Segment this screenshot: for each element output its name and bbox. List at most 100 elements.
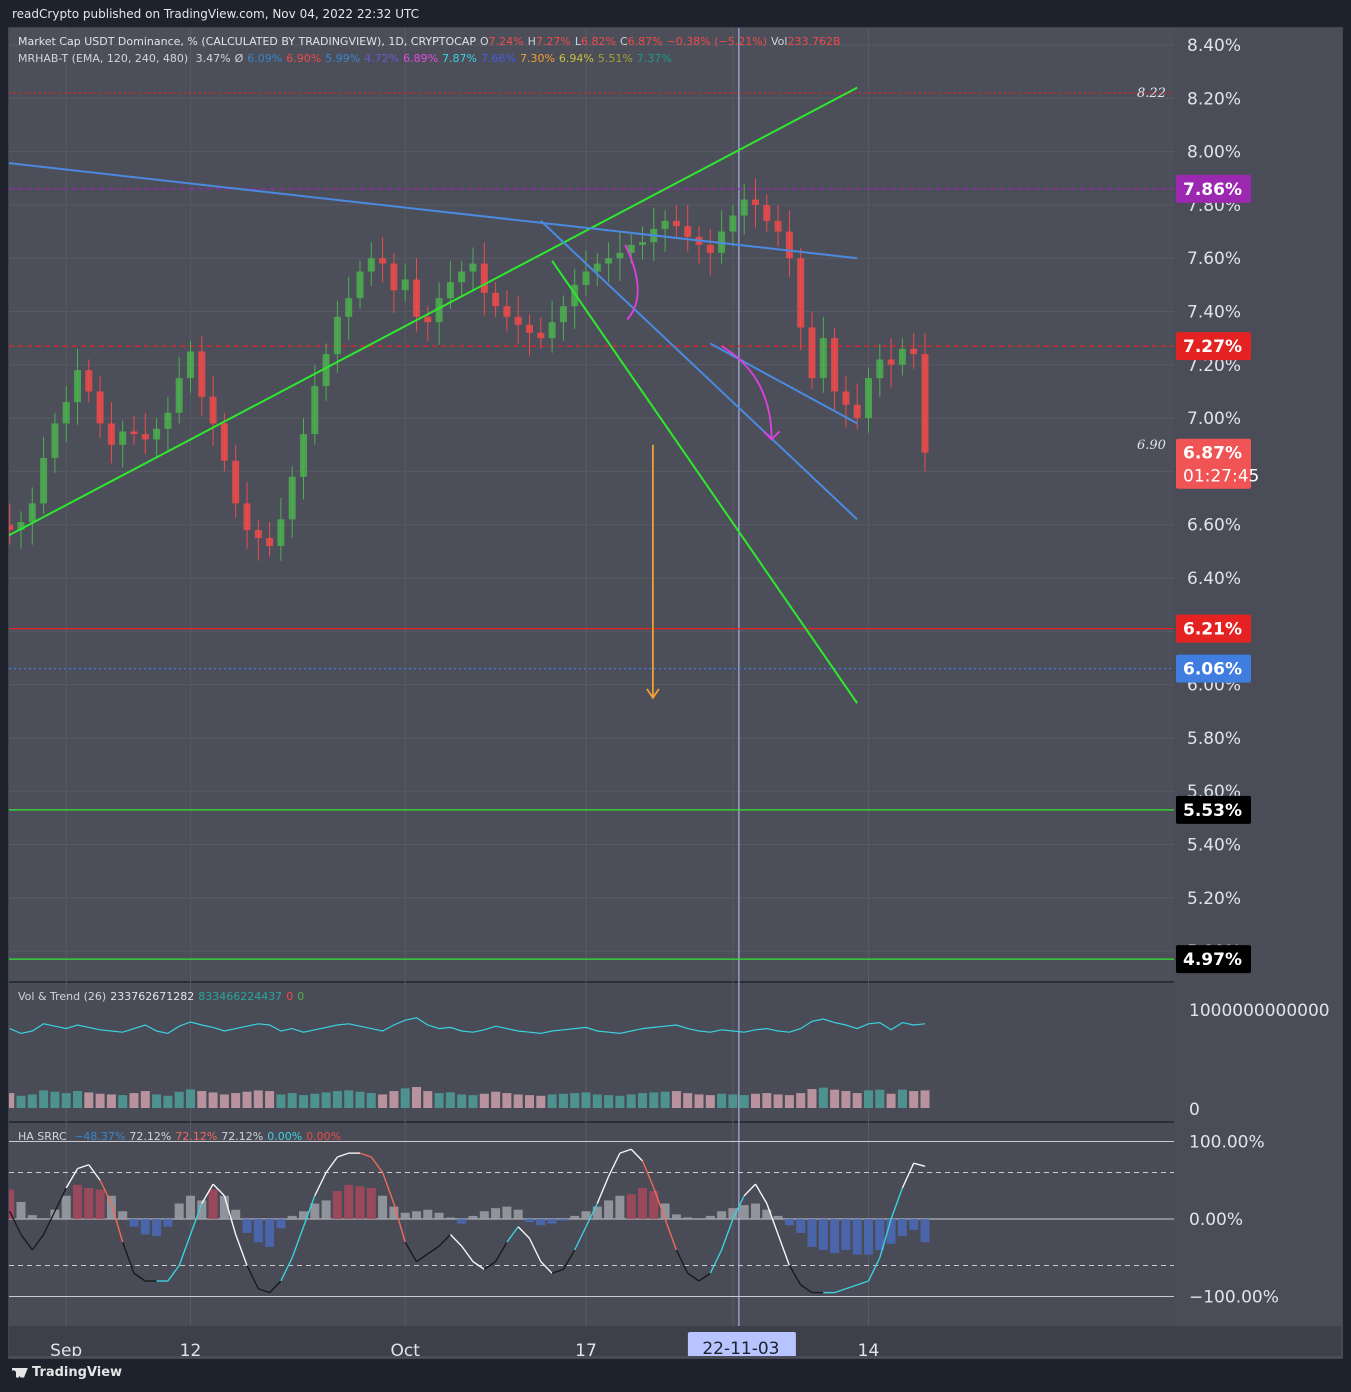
indicator-name: MRHAB-T (EMA, 120, 240, 480) xyxy=(18,52,189,65)
srrc-histogram-bar xyxy=(468,1215,478,1219)
candle-body xyxy=(526,324,533,333)
volume-bar xyxy=(16,1095,26,1108)
candle-body xyxy=(356,271,364,299)
volume-bar xyxy=(604,1095,614,1108)
volume-bar xyxy=(513,1094,523,1108)
srrc-axis-tick: 0.00% xyxy=(1189,1210,1243,1230)
close-value: 6.87% xyxy=(627,35,663,48)
price-axis-tick: 5.20% xyxy=(1187,889,1241,909)
time-axis-label: Oct xyxy=(390,1341,420,1356)
indicator-value-12: 7.37% xyxy=(636,52,672,65)
candle-body xyxy=(413,279,420,317)
srrc-histogram-bar xyxy=(253,1219,263,1243)
candle-body xyxy=(537,332,545,339)
srrc-histogram-bar xyxy=(27,1215,37,1219)
candle-body xyxy=(752,199,759,205)
price-label-text: 6.87% xyxy=(1183,444,1242,464)
candle-body xyxy=(390,263,398,291)
tradingview-logo[interactable]: TradingView xyxy=(12,1365,122,1380)
candle-body xyxy=(401,279,409,291)
srrc-histogram-bar xyxy=(581,1211,591,1219)
srrc-histogram-bar xyxy=(332,1191,342,1219)
candle-body xyxy=(333,316,341,355)
volume-bar xyxy=(332,1091,342,1108)
candle-body xyxy=(605,258,613,264)
candle-body xyxy=(842,391,850,405)
srrc-histogram-bar xyxy=(638,1188,647,1219)
candle-body xyxy=(277,519,285,547)
volume-bar xyxy=(751,1093,760,1108)
volume-bar xyxy=(897,1089,907,1108)
volume-bar xyxy=(457,1094,467,1108)
srrc-histogram-bar xyxy=(897,1219,907,1237)
volume-bar xyxy=(9,1093,15,1108)
candle-body xyxy=(706,244,714,253)
candle-body xyxy=(831,338,839,392)
srrc-histogram-bar xyxy=(502,1206,512,1219)
volume-bar xyxy=(84,1092,94,1108)
srrc-histogram-bar xyxy=(412,1211,421,1219)
volume-bar xyxy=(95,1093,105,1108)
volume-bar xyxy=(705,1095,715,1108)
price-axis-tick: 5.40% xyxy=(1187,836,1241,856)
volume-axis-tick: 1000000000000 xyxy=(1189,1001,1330,1021)
candle-body xyxy=(661,220,669,229)
indicator-value-10: 6.94% xyxy=(558,52,594,65)
volume-bar xyxy=(502,1093,512,1108)
srrc-histogram-bar xyxy=(95,1189,105,1219)
srrc-histogram-bar xyxy=(671,1214,681,1219)
volume-bar xyxy=(186,1089,195,1108)
candle-body xyxy=(853,404,861,419)
volume-bar xyxy=(321,1092,331,1108)
srrc-histogram-bar xyxy=(536,1219,546,1226)
main-pane-background xyxy=(9,28,1341,1356)
volume-bar xyxy=(276,1094,286,1108)
candle-body xyxy=(119,431,127,445)
indicator-value-9: 7.30% xyxy=(519,52,555,65)
candle-body xyxy=(141,434,149,440)
volume-value-3: 0 xyxy=(286,990,294,1003)
candle-body xyxy=(639,242,646,245)
candle-body xyxy=(300,434,307,477)
symbol-name: Market Cap USDT Dominance, % (CALCULATED… xyxy=(18,35,476,48)
srrc-histogram-bar xyxy=(118,1211,128,1219)
tradingview-brand: TradingView xyxy=(32,1365,123,1380)
volume-bar xyxy=(389,1091,399,1108)
open-label: O xyxy=(480,35,489,48)
price-axis-tick: 6.40% xyxy=(1187,569,1241,589)
volume-bar xyxy=(310,1093,320,1108)
candle-body xyxy=(469,263,477,272)
volume-bar xyxy=(479,1093,489,1108)
vol-value: 233.762B xyxy=(787,35,841,48)
srrc-histogram-bar xyxy=(276,1219,286,1229)
tradingview-logo-icon xyxy=(12,1367,28,1378)
srrc-axis-tick: −100.00% xyxy=(1189,1288,1279,1308)
volume-bar xyxy=(728,1094,738,1108)
candle-body xyxy=(446,282,454,299)
volume-bar xyxy=(807,1089,817,1108)
candle-body xyxy=(74,370,81,403)
volume-bar xyxy=(581,1092,591,1108)
srrc-histogram-bar xyxy=(830,1219,840,1254)
srrc-legend: HA SRRC −48.37% 72.12% 72.12% 72.12% 0.00% 0.… xyxy=(18,1130,345,1143)
publisher-caption: readCrypto published on TradingView.com,… xyxy=(12,7,420,21)
srrc-histogram-bar xyxy=(739,1205,749,1219)
srrc-histogram-bar xyxy=(525,1219,534,1223)
time-axis-label: 17 xyxy=(575,1341,597,1356)
price-label-text: 6.06% xyxy=(1183,660,1242,680)
candle-body xyxy=(85,370,93,392)
volume-bar xyxy=(864,1090,873,1108)
low-value: 6.82% xyxy=(581,35,616,48)
srrc-histogram-bar xyxy=(423,1209,433,1219)
volume-bar xyxy=(39,1090,49,1108)
volume-bar xyxy=(242,1091,252,1108)
price-label-countdown: 01:27:45 xyxy=(1183,467,1259,487)
srrc-histogram-bar xyxy=(84,1188,94,1219)
srrc-histogram-bar xyxy=(287,1215,297,1219)
candle-body xyxy=(582,271,590,285)
chart-canvas[interactable]: 8.226.90 8.40%8.20%8.00%7.80%7.60%7.40%7… xyxy=(9,28,1341,1356)
candle-body xyxy=(819,338,827,379)
candle-body xyxy=(175,378,183,413)
volume-bar xyxy=(660,1091,670,1108)
srrc-histogram-bar xyxy=(344,1184,354,1219)
